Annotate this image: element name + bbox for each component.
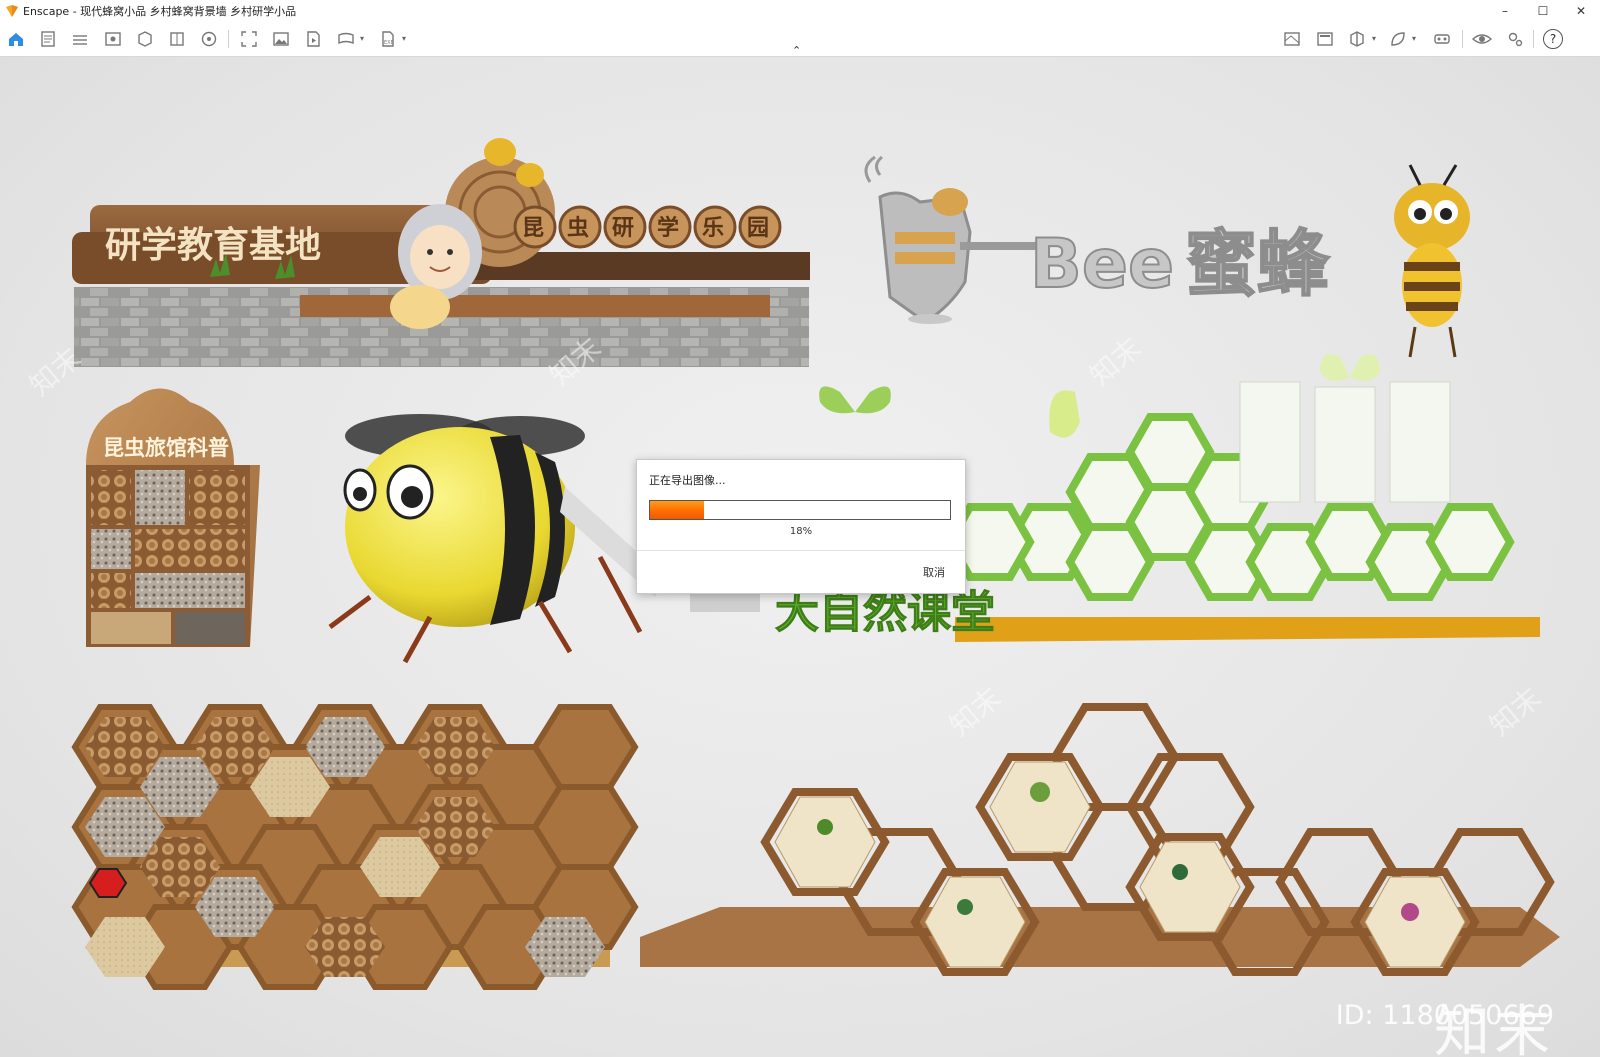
nature-class-title: 大自然课堂 <box>775 587 995 638</box>
honeycomb-shelf <box>640 703 1560 976</box>
dialog-divider <box>637 550 965 551</box>
insect-hotel-title: 昆虫旅馆科普 <box>103 436 229 460</box>
export-dropdown-chevron-icon[interactable]: ▾ <box>402 34 406 43</box>
asset-library-icon[interactable] <box>135 29 155 49</box>
settings-icon[interactable] <box>1505 29 1525 49</box>
leaf-icon[interactable] <box>1388 29 1408 49</box>
close-button[interactable]: ✕ <box>1562 0 1600 22</box>
document-icon[interactable] <box>38 29 58 49</box>
export-progress-fill <box>650 501 704 519</box>
cancel-button[interactable]: 取消 <box>923 564 945 580</box>
svg-text:EXE: EXE <box>384 40 394 46</box>
export-progress-bar <box>649 500 951 520</box>
video-icon[interactable] <box>303 29 323 49</box>
sign2-char: 研 <box>612 216 634 241</box>
help-icon[interactable]: ? <box>1543 29 1563 49</box>
title-bar: Enscape - 现代蜂窝小品 乡村蜂窝背景墙 乡村研学小品 – ☐ ✕ <box>0 0 1600 22</box>
bee-logo-sign <box>864 155 1040 324</box>
panorama-dropdown-chevron-icon[interactable]: ▾ <box>360 34 364 43</box>
vr-icon[interactable] <box>1432 29 1452 49</box>
watermark-id: ID: 1180050669 <box>1335 1000 1554 1031</box>
leaf-dropdown-chevron-icon[interactable]: ▾ <box>1412 34 1416 43</box>
export-progress-dialog: 正在导出图像... 18% 取消 <box>636 459 966 594</box>
maximize-button[interactable]: ☐ <box>1524 0 1562 22</box>
honeycomb-wall <box>71 704 639 990</box>
cartoon-bee-figure <box>1394 164 1470 358</box>
export-icon[interactable]: EXE <box>378 29 398 49</box>
sign2-char: 园 <box>747 216 769 241</box>
collapse-toolbar-chevron-icon[interactable]: ⌃ <box>792 44 801 57</box>
bim-icon[interactable] <box>70 29 90 49</box>
sign2-char: 虫 <box>567 215 589 241</box>
view-icon[interactable] <box>103 29 123 49</box>
cube-icon[interactable] <box>1347 29 1367 49</box>
sign1-text: 研学教育基地 <box>105 224 321 266</box>
eye-icon[interactable] <box>1472 29 1492 49</box>
watermark-text: 知末 <box>1083 331 1147 392</box>
watermark-text: 知末 <box>1483 681 1547 742</box>
layers-icon[interactable] <box>167 29 187 49</box>
view-management-icon[interactable] <box>1282 29 1302 49</box>
screenshot-icon[interactable] <box>271 29 291 49</box>
sign2-char: 昆 <box>522 216 544 241</box>
bee-logo-cn: 蜜蜂 <box>1185 222 1330 306</box>
enscape-logo-icon <box>6 5 18 17</box>
watermark-text: 知末 <box>943 681 1007 742</box>
image-icon[interactable] <box>1315 29 1335 49</box>
home-icon[interactable] <box>6 29 26 49</box>
sign2-char: 乐 <box>702 216 724 241</box>
export-progress-percent: 18% <box>789 526 813 537</box>
panorama-icon[interactable] <box>336 29 356 49</box>
visual-settings-icon[interactable] <box>199 29 219 49</box>
bee-logo-text: Bee <box>1030 225 1174 304</box>
minimize-button[interactable]: – <box>1486 0 1524 22</box>
export-status-message: 正在导出图像... <box>649 474 726 487</box>
insect-hotel <box>86 388 260 647</box>
window-title: Enscape - 现代蜂窝小品 乡村蜂窝背景墙 乡村研学小品 <box>23 5 297 18</box>
sign2-char: 学 <box>657 215 679 241</box>
cube-dropdown-chevron-icon[interactable]: ▾ <box>1372 34 1376 43</box>
capture-icon[interactable] <box>239 29 259 49</box>
